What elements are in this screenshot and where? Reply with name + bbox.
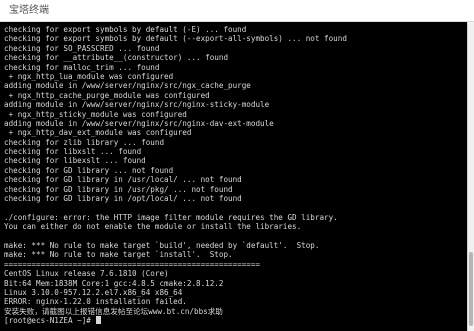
terminal-line: + ngx_http_dav_ext_module was configured [4, 128, 192, 138]
window-title: 宝塔终端 [9, 5, 49, 16]
terminal-line: + ngx_http_sticky_module was configured [4, 109, 187, 119]
terminal-line: checking for libxslt ... found [4, 147, 142, 157]
terminal-prompt-line[interactable]: [root@ecs-N1ZEA ~]# [4, 316, 467, 325]
terminal-line: ERROR: nginx-1.22.0 installation failed. [4, 297, 187, 307]
terminal-line: checking for libexslt ... found [4, 156, 146, 166]
scrollbar-thumb[interactable] [469, 252, 473, 326]
terminal-line: adding module in /www/server/nginx/src/n… [4, 100, 270, 110]
terminal-line: Linux 3.10.0-957.12.2.el7.x86_64 x86_64 [4, 287, 183, 297]
terminal-line: You can either do not enable the module … [4, 222, 302, 232]
terminal-line: Bit:64 Mem:1838M Core:1 gcc:4.8.5 cmake:… [4, 278, 224, 288]
terminal-output[interactable]: checking for export symbols by default (… [0, 22, 467, 331]
terminal-line: make: *** No rule to make target `build'… [4, 240, 320, 250]
terminal-prompt: [root@ecs-N1ZEA ~]# [4, 316, 96, 326]
terminal-line: CentOS Linux release 7.6.1810 (Core) [4, 269, 169, 279]
terminal-line: checking for GD library ... not found [4, 165, 174, 175]
terminal-line: make: *** No rule to make target `instal… [4, 250, 233, 260]
terminal-line: checking for SO_PASSCRED ... found [4, 43, 160, 53]
terminal-line: + ngx_http_cache_purge_module was config… [4, 90, 210, 100]
terminal-line: checking for GD library in /usr/local/ .… [4, 175, 242, 185]
terminal-line: adding module in /www/server/nginx/src/n… [4, 118, 274, 128]
terminal-line: checking for export symbols by default (… [4, 25, 247, 34]
vertical-scrollbar[interactable] [467, 22, 474, 331]
terminal-line: checking for __attribute__(constructor) … [4, 53, 229, 63]
text-cursor [96, 316, 102, 325]
terminal-line: checking for export symbols by default (… [4, 34, 347, 44]
terminal-line: ========================================… [4, 259, 261, 269]
terminal-line: + ngx_http_lua_module was configured [4, 71, 174, 81]
terminal-line: checking for GD library in /usr/pkg/ ...… [4, 184, 233, 194]
terminal-line: checking for zlib library ... found [4, 137, 165, 147]
terminal-line: adding module in /www/server/nginx/src/n… [4, 81, 251, 91]
title-bar: 宝塔终端 [0, 0, 474, 22]
terminal-window: 宝塔终端 checking for export symbols by defa… [0, 0, 474, 331]
terminal-line: ./configure: error: the HTTP image filte… [4, 212, 338, 222]
terminal-line: checking for malloc_trim ... found [4, 62, 160, 72]
terminal-line: checking for GD library in /opt/local/ .… [4, 194, 242, 204]
terminal-line: 安装失败，请截图以上报错信息发帖至论坛www.bt.cn/bbs求助 [4, 306, 223, 316]
